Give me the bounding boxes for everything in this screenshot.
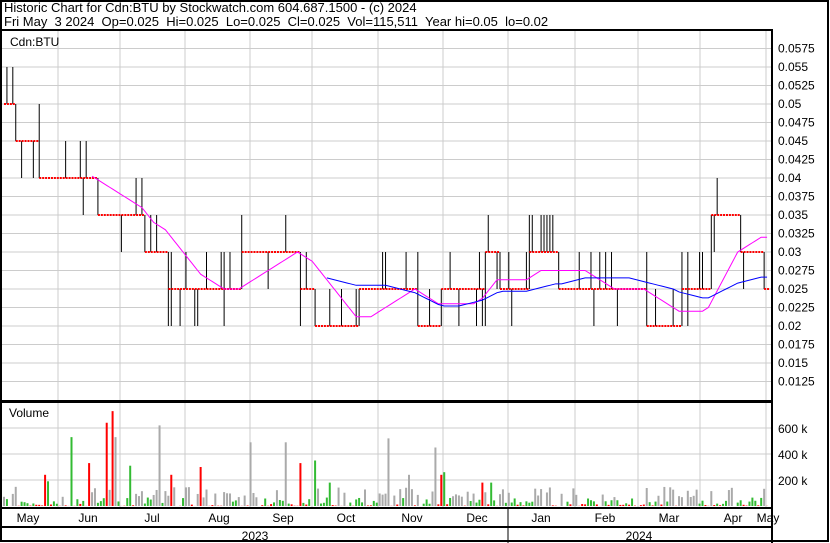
price-tick-label: 0.025 <box>778 282 808 296</box>
price-tick-label: 0.015 <box>778 356 808 370</box>
price-tick-label: 0.0175 <box>778 338 815 352</box>
stock-chart: Historic Chart for Cdn:BTU by Stockwatch… <box>0 0 830 543</box>
price-tick-label: 0.0525 <box>778 79 815 93</box>
month-label: Jan <box>531 511 550 525</box>
month-label: Aug <box>208 511 229 525</box>
month-label: Nov <box>401 511 422 525</box>
price-tick-label: 0.045 <box>778 134 808 148</box>
volume-tick-label: 400 k <box>778 448 808 462</box>
price-tick-label: 0.02 <box>778 319 802 333</box>
price-tick-label: 0.04 <box>778 171 802 185</box>
month-label: Sep <box>272 511 294 525</box>
volume-tick-label: 200 k <box>778 474 808 488</box>
month-label: Oct <box>337 511 356 525</box>
month-label: May <box>757 511 780 525</box>
price-tick-label: 0.035 <box>778 208 808 222</box>
price-tick-label: 0.055 <box>778 60 808 74</box>
symbol-label: Cdn:BTU <box>10 35 59 49</box>
price-tick-label: 0.0425 <box>778 153 815 167</box>
month-label: Jul <box>144 511 159 525</box>
month-label: Jun <box>78 511 97 525</box>
price-tick-label: 0.05 <box>778 97 802 111</box>
volume-panel-frame <box>0 401 773 509</box>
price-tick-label: 0.0575 <box>778 42 815 56</box>
price-tick-label: 0.03 <box>778 245 802 259</box>
year-label: 2024 <box>626 529 653 543</box>
month-label: Mar <box>659 511 680 525</box>
price-tick-label: 0.0125 <box>778 375 815 389</box>
month-label: May <box>17 511 40 525</box>
month-label: Dec <box>466 511 487 525</box>
volume-label: Volume <box>9 406 49 420</box>
price-tick-label: 0.0475 <box>778 116 815 130</box>
price-tick-label: 0.0325 <box>778 227 815 241</box>
price-tick-label: 0.0375 <box>778 190 815 204</box>
ma-long-line <box>326 276 768 307</box>
month-label: Feb <box>595 511 616 525</box>
price-tick-label: 0.0225 <box>778 301 815 315</box>
month-label: Apr <box>724 511 743 525</box>
chart-svg: 0.0575 0.055 0.0525 0.05 0.0475 0.045 0.0425 0.… <box>0 0 829 543</box>
year-label: 2023 <box>242 529 269 543</box>
volume-tick-label: 600 k <box>778 422 808 436</box>
price-tick-label: 0.0275 <box>778 264 815 278</box>
